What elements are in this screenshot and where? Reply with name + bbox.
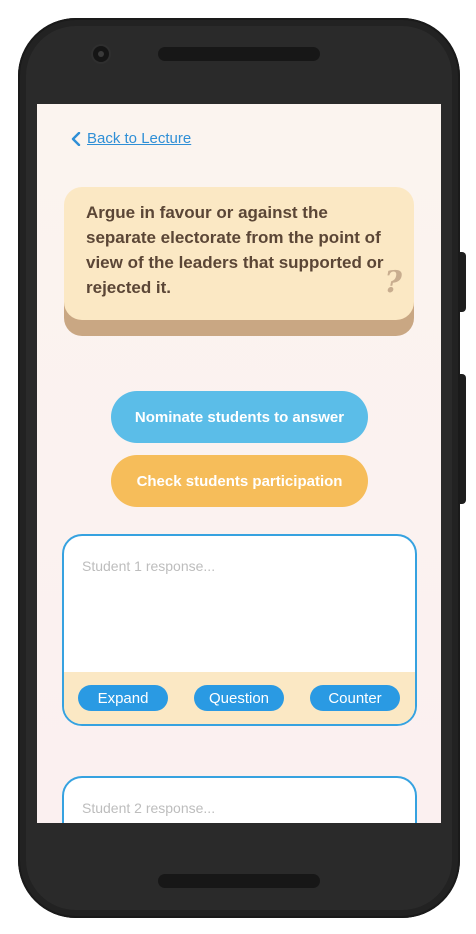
student-2-placeholder: Student 2 response... (82, 800, 216, 816)
chevron-left-icon (71, 131, 81, 146)
nominate-students-button[interactable]: Nominate students to answer (111, 391, 368, 443)
student-2-response[interactable]: Student 2 response... (62, 776, 417, 823)
app-screen: Back to Lecture Argue in favour or again… (37, 104, 441, 823)
check-participation-button[interactable]: Check students participation (111, 455, 368, 507)
question-button[interactable]: Question (194, 685, 284, 711)
question-card-face: Argue in favour or against the separate … (64, 187, 414, 320)
counter-button[interactable]: Counter (310, 685, 400, 711)
question-mark-icon: ? (384, 265, 402, 300)
response-actions-bar: Expand Question Counter (64, 672, 415, 724)
bottom-speaker (158, 874, 320, 888)
question-card: Argue in favour or against the separate … (64, 187, 414, 337)
question-text: Argue in favour or against the separate … (86, 203, 384, 297)
back-link-label[interactable]: Back to Lecture (87, 130, 191, 147)
student-1-response[interactable]: Student 1 response... Expand Question Co… (62, 534, 417, 726)
expand-button[interactable]: Expand (78, 685, 168, 711)
front-camera (93, 46, 109, 62)
top-speaker (158, 47, 320, 61)
back-to-lecture-link[interactable]: Back to Lecture (71, 130, 191, 147)
power-button (460, 252, 466, 312)
volume-button (460, 374, 466, 504)
student-1-placeholder: Student 1 response... (82, 558, 216, 574)
